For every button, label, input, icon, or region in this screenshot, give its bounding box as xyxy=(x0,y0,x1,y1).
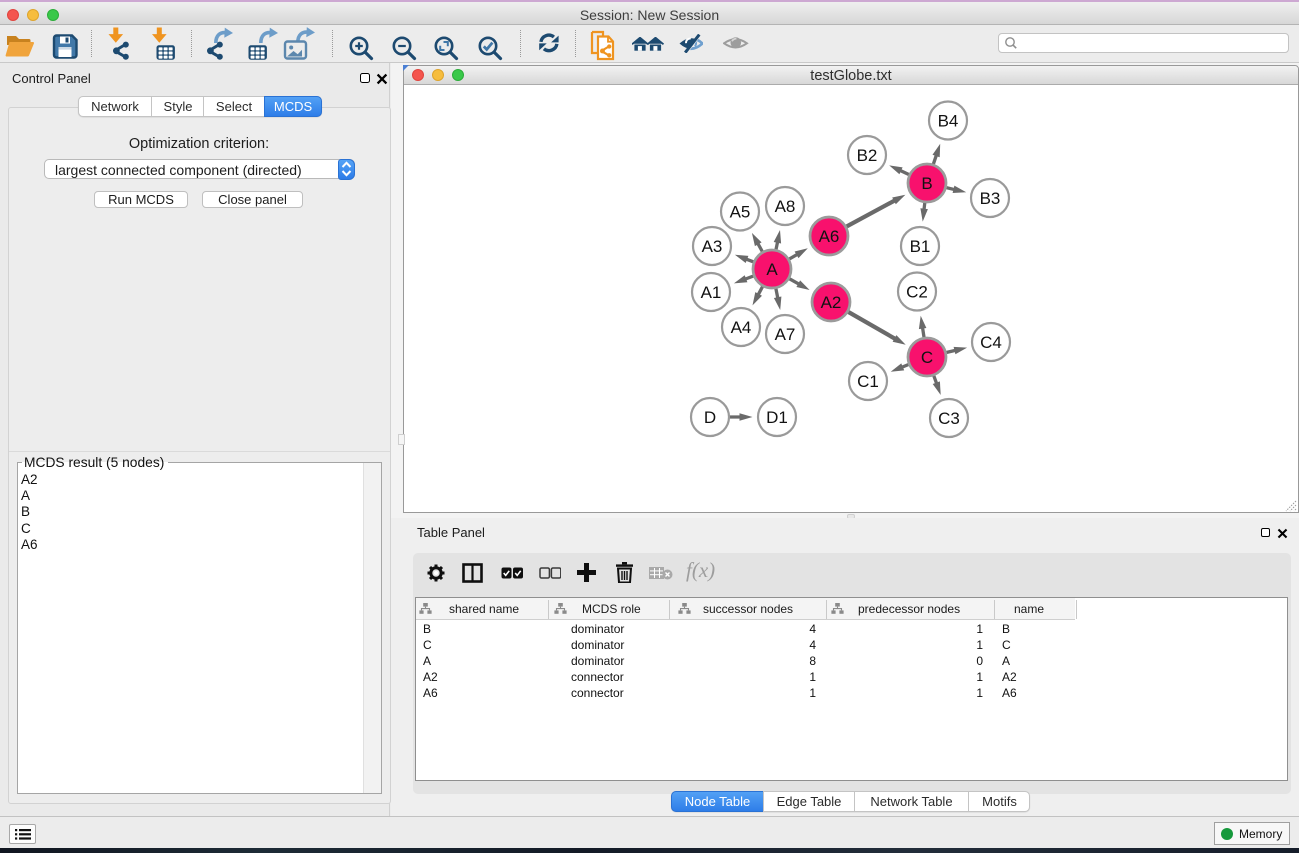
svg-text:A1: A1 xyxy=(701,283,722,302)
svg-text:B2: B2 xyxy=(857,146,878,165)
svg-text:C1: C1 xyxy=(857,372,879,391)
svg-text:B3: B3 xyxy=(980,189,1001,208)
svg-text:A7: A7 xyxy=(775,325,796,344)
svg-text:A8: A8 xyxy=(775,197,796,216)
svg-text:A5: A5 xyxy=(730,203,751,222)
svg-text:A6: A6 xyxy=(819,227,840,246)
svg-text:A4: A4 xyxy=(731,318,752,337)
svg-text:B1: B1 xyxy=(910,237,931,256)
svg-text:A3: A3 xyxy=(702,237,723,256)
svg-text:C3: C3 xyxy=(938,409,960,428)
svg-text:C2: C2 xyxy=(906,283,928,302)
svg-text:B4: B4 xyxy=(938,112,959,131)
svg-text:C4: C4 xyxy=(980,333,1002,352)
svg-text:B: B xyxy=(921,174,932,193)
svg-text:D: D xyxy=(704,408,716,427)
svg-text:A2: A2 xyxy=(821,293,842,312)
svg-text:A: A xyxy=(766,260,778,279)
svg-text:D1: D1 xyxy=(766,408,788,427)
svg-text:C: C xyxy=(921,348,933,367)
